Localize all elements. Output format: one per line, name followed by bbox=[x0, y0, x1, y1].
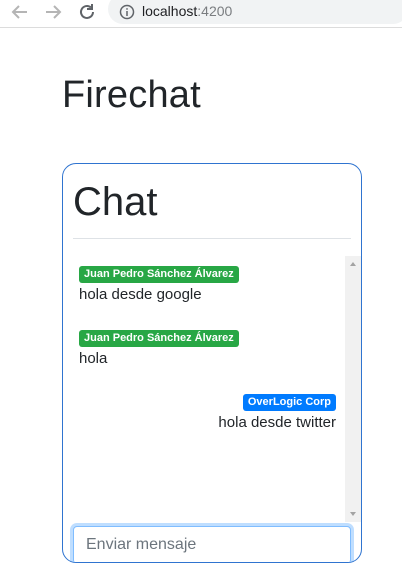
message-text: hola desde google bbox=[79, 286, 202, 303]
info-icon[interactable] bbox=[119, 4, 135, 20]
divider bbox=[73, 238, 351, 239]
message-input[interactable] bbox=[73, 526, 351, 562]
author-badge: Juan Pedro Sánchez Álvarez bbox=[79, 330, 239, 347]
chat-heading: Chat bbox=[73, 180, 158, 224]
message: OverLogic Corp hola desde twitter bbox=[218, 392, 336, 432]
back-arrow-icon[interactable] bbox=[9, 1, 31, 23]
scroll-down-icon[interactable] bbox=[350, 512, 356, 516]
author-badge: Juan Pedro Sánchez Álvarez bbox=[79, 266, 239, 283]
message-text: hola bbox=[79, 350, 108, 367]
message-text: hola desde twitter bbox=[218, 414, 336, 431]
url-port: :4200 bbox=[197, 3, 233, 19]
author-badge: OverLogic Corp bbox=[242, 394, 336, 411]
scroll-up-icon[interactable] bbox=[350, 262, 356, 266]
message: Juan Pedro Sánchez Álvarez hola desde go… bbox=[79, 264, 239, 304]
forward-arrow-icon[interactable] bbox=[42, 1, 64, 23]
browser-toolbar: localhost:4200 bbox=[0, 0, 402, 28]
url-host: localhost bbox=[142, 3, 198, 19]
message: Juan Pedro Sánchez Álvarez hola bbox=[79, 328, 239, 368]
address-bar[interactable]: localhost:4200 bbox=[108, 0, 402, 24]
messages-scrollbar[interactable] bbox=[345, 256, 361, 522]
reload-icon[interactable] bbox=[76, 1, 98, 23]
chat-card: Chat Juan Pedro Sánchez Álvarez hola des… bbox=[62, 163, 362, 563]
messages-list[interactable]: Juan Pedro Sánchez Álvarez hola desde go… bbox=[73, 256, 361, 522]
page-title: Firechat bbox=[62, 74, 201, 116]
url-text: localhost:4200 bbox=[142, 3, 232, 20]
